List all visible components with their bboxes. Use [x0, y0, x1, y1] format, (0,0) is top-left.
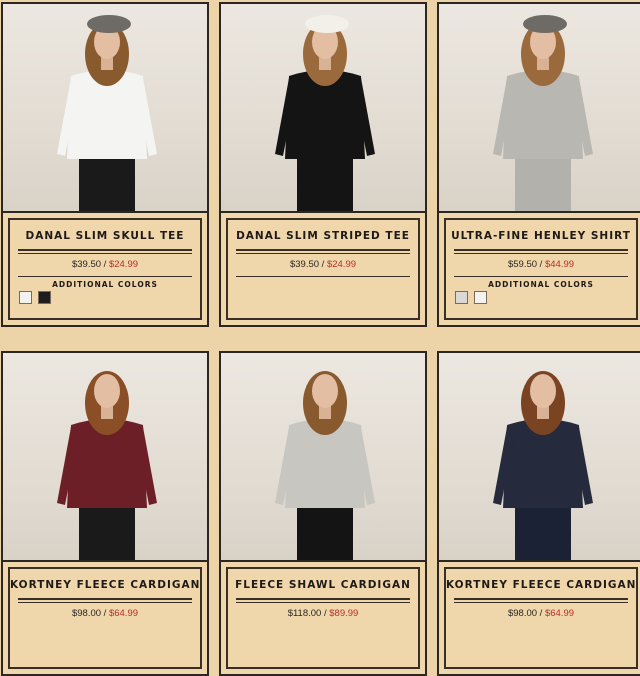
model-image[interactable] [221, 4, 427, 211]
additional-colors-label: ADDITIONAL COLORS [488, 280, 594, 289]
model-image[interactable] [3, 4, 209, 211]
product-price: $59.50 / $44.99 [446, 259, 636, 271]
price-sale: $44.99 [544, 259, 575, 270]
product-grid: DANAL SLIM SKULL TEE $39.50 / $24.99 ADD… [0, 0, 640, 676]
color-swatch[interactable] [19, 291, 32, 304]
product-photo[interactable] [1, 351, 209, 560]
product-photo[interactable] [1, 2, 209, 211]
price-original: $59.50 [507, 259, 538, 270]
product-price: $39.50 / $24.99 [10, 259, 200, 271]
color-swatch[interactable] [455, 291, 468, 304]
product-card[interactable]: DANAL SLIM SKULL TEE $39.50 / $24.99 ADD… [1, 2, 209, 327]
product-card[interactable]: KORTNEY FLEECE CARDIGAN $98.00 / $64.99 [1, 351, 209, 676]
price-original: $118.00 [287, 608, 322, 619]
price-separator: / [103, 608, 107, 619]
price-sale: $64.99 [108, 608, 139, 619]
product-info: KORTNEY FLEECE CARDIGAN $98.00 / $64.99 [1, 560, 209, 676]
product-price: $98.00 / $64.99 [10, 608, 200, 620]
additional-colors-label: ADDITIONAL COLORS [52, 280, 158, 289]
price-separator: / [539, 259, 543, 270]
model-image[interactable] [439, 4, 640, 211]
price-sale: $89.99 [329, 608, 359, 619]
price-original: $39.50 [71, 259, 102, 270]
product-name[interactable]: FLEECE SHAWL CARDIGAN [228, 578, 418, 592]
product-card[interactable]: KORTNEY FLEECE CARDIGAN $98.00 / $64.99 [437, 351, 640, 676]
price-original: $98.00 [507, 608, 538, 619]
model-image[interactable] [3, 353, 209, 560]
product-name[interactable]: DANAL SLIM STRIPED TEE [228, 229, 418, 243]
product-price: $39.50 / $24.99 [228, 259, 418, 271]
product-name[interactable]: KORTNEY FLEECE CARDIGAN [10, 578, 200, 592]
product-photo[interactable] [437, 2, 640, 211]
color-swatch[interactable] [38, 291, 51, 304]
product-info: DANAL SLIM SKULL TEE $39.50 / $24.99 ADD… [1, 211, 209, 327]
color-swatches [455, 291, 487, 304]
price-sale: $24.99 [326, 259, 357, 270]
product-photo[interactable] [219, 2, 427, 211]
product-card[interactable]: DANAL SLIM STRIPED TEE $39.50 / $24.99 [219, 2, 427, 327]
product-info: ULTRA-FINE HENLEY SHIRT $59.50 / $44.99 … [437, 211, 640, 327]
product-info: DANAL SLIM STRIPED TEE $39.50 / $24.99 [219, 211, 427, 327]
price-separator: / [323, 608, 327, 619]
model-image[interactable] [221, 353, 427, 560]
price-separator: / [539, 608, 543, 619]
color-swatch[interactable] [474, 291, 487, 304]
price-sale: $24.99 [108, 259, 139, 270]
product-name[interactable]: KORTNEY FLEECE CARDIGAN [446, 578, 636, 592]
model-image[interactable] [439, 353, 640, 560]
product-name[interactable]: ULTRA-FINE HENLEY SHIRT [446, 229, 636, 243]
price-original: $39.50 [289, 259, 320, 270]
price-separator: / [103, 259, 107, 270]
product-price: $118.00 / $89.99 [228, 608, 418, 620]
product-info: KORTNEY FLEECE CARDIGAN $98.00 / $64.99 [437, 560, 640, 676]
product-name[interactable]: DANAL SLIM SKULL TEE [10, 229, 200, 243]
product-photo[interactable] [219, 351, 427, 560]
product-card[interactable]: ULTRA-FINE HENLEY SHIRT $59.50 / $44.99 … [437, 2, 640, 327]
price-separator: / [321, 259, 325, 270]
product-info: FLEECE SHAWL CARDIGAN $118.00 / $89.99 [219, 560, 427, 676]
product-price: $98.00 / $64.99 [446, 608, 636, 620]
product-card[interactable]: FLEECE SHAWL CARDIGAN $118.00 / $89.99 [219, 351, 427, 676]
product-photo[interactable] [437, 351, 640, 560]
price-sale: $64.99 [544, 608, 575, 619]
price-original: $98.00 [71, 608, 102, 619]
color-swatches [19, 291, 51, 304]
